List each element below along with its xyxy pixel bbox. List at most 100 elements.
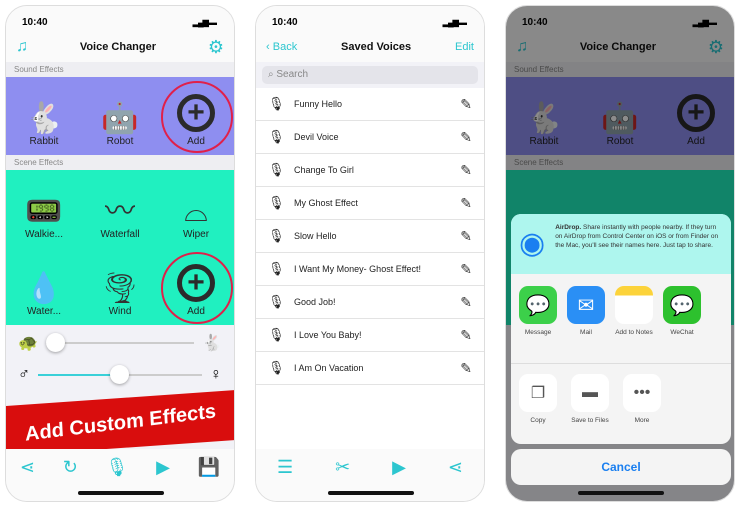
- effect-rabbit[interactable]: 🐇 Rabbit: [6, 77, 82, 155]
- banner-text: Add Custom Effects: [24, 399, 217, 446]
- rabbit-icon: 🐇: [25, 102, 63, 135]
- robot-icon: 🤖: [101, 102, 139, 135]
- share-mail[interactable]: ✉ Mail: [567, 286, 605, 357]
- pencil-icon[interactable]: ✎: [460, 195, 472, 212]
- effect-wind[interactable]: 🌪 Wind: [82, 248, 158, 326]
- status-bar: 10:40 ▂▄▆ ▬: [256, 6, 484, 32]
- microphone-icon: 🎙: [268, 195, 285, 210]
- pencil-icon[interactable]: ✎: [460, 228, 472, 245]
- tornado-icon: 🌪: [100, 272, 140, 305]
- item-label: Good Job!: [294, 297, 336, 307]
- notes-icon: [615, 286, 653, 324]
- nav-bar: ♫ Voice Changer ⚙: [6, 32, 234, 62]
- effect-walkie[interactable]: 📟 Walkie...: [6, 170, 82, 248]
- list-item[interactable]: 🎙 Devil Voice ✎: [256, 121, 484, 154]
- effect-wiper[interactable]: ⌓ Wiper: [158, 170, 234, 248]
- airdrop-title: AirDrop.: [555, 224, 582, 231]
- microphone-icon: 🎙: [268, 96, 285, 111]
- pitch-slider-row: ♂ ♀: [6, 359, 234, 391]
- add-sound-effect-button[interactable]: + Add: [158, 77, 234, 155]
- effect-label: Walkie...: [25, 228, 63, 240]
- microphone-icon: 🎙: [268, 360, 285, 375]
- pencil-icon[interactable]: ✎: [460, 162, 472, 179]
- copy-icon: ❐: [519, 374, 557, 412]
- pencil-icon[interactable]: ✎: [460, 129, 472, 146]
- more-action[interactable]: ••• More: [623, 374, 661, 424]
- microphone-icon: 🎙: [268, 327, 285, 342]
- share-notes[interactable]: Add to Notes: [615, 286, 653, 357]
- list-item[interactable]: 🎙 Good Job! ✎: [256, 286, 484, 319]
- slider-knob[interactable]: [110, 365, 129, 384]
- undo-icon[interactable]: ↻: [63, 457, 78, 501]
- pitch-slider[interactable]: [38, 365, 202, 384]
- search-input[interactable]: ⌕ Search: [262, 66, 478, 84]
- more-icon: •••: [623, 374, 661, 412]
- list-item[interactable]: 🎙 Funny Hello ✎: [256, 88, 484, 121]
- effect-label: Robot: [106, 136, 134, 147]
- speed-slider[interactable]: [45, 333, 195, 352]
- pencil-icon[interactable]: ✎: [460, 360, 472, 377]
- slider-fill: [38, 374, 120, 376]
- list-item[interactable]: 🎙 I Love You Baby! ✎: [256, 319, 484, 352]
- list-item[interactable]: 🎙 Slow Hello ✎: [256, 220, 484, 253]
- list-item[interactable]: 🎙 My Ghost Effect ✎: [256, 187, 484, 220]
- sliders: 🐢 🐇 ♂ ♀: [6, 325, 234, 391]
- male-icon: ♂: [18, 366, 30, 383]
- page-title: Saved Voices: [341, 41, 412, 53]
- save-to-files-action[interactable]: ▬ Save to Files: [571, 374, 609, 424]
- gear-icon[interactable]: ⚙: [208, 37, 224, 58]
- app-label: Mail: [580, 329, 592, 336]
- back-label: Back: [272, 41, 298, 53]
- airdrop-section[interactable]: ◉ AirDrop. Share instantly with people n…: [511, 214, 731, 274]
- item-label: I Want My Money- Ghost Effect!: [294, 264, 422, 274]
- message-icon: 💬: [519, 286, 557, 324]
- pencil-icon[interactable]: ✎: [460, 261, 472, 278]
- microphone-icon: 🎙: [268, 294, 285, 309]
- slider-knob[interactable]: [45, 333, 65, 352]
- airdrop-icon: ◉: [519, 227, 546, 260]
- pencil-icon[interactable]: ✎: [460, 96, 472, 113]
- status-time: 10:40: [272, 16, 298, 28]
- search-placeholder: Search: [276, 69, 309, 80]
- voice-changer-screen: 10:40 ▂▄▆ ▬ ♫ Voice Changer ⚙ Sound Effec…: [5, 5, 235, 502]
- cancel-button[interactable]: Cancel: [511, 449, 731, 485]
- share-icon[interactable]: ⋖: [448, 457, 463, 501]
- female-icon: ♀: [210, 366, 222, 383]
- airdrop-description: AirDrop. Share instantly with people nea…: [555, 224, 723, 264]
- share-icon[interactable]: ⋖: [20, 457, 35, 501]
- effect-waterfall[interactable]: 〰 Waterfall: [82, 170, 158, 248]
- mail-icon: ✉: [567, 286, 605, 324]
- saved-voices-screen: 10:40 ▂▄▆ ▬ ‹ Back Saved Voices Edit ⌕ Se…: [255, 5, 485, 502]
- share-wechat[interactable]: 💬 WeChat: [663, 286, 701, 357]
- effect-label: Water...: [26, 306, 62, 317]
- microphone-icon: 🎙: [268, 162, 285, 177]
- edit-button[interactable]: Edit: [455, 41, 474, 53]
- save-icon[interactable]: 💾: [198, 457, 220, 501]
- effect-robot[interactable]: 🤖 Robot: [82, 77, 158, 155]
- effect-label: Wiper: [182, 228, 210, 240]
- section-label-scene: Scene Effects: [6, 155, 234, 170]
- add-scene-effect-button[interactable]: + Add: [158, 248, 234, 326]
- effect-label: Waterfall: [100, 228, 140, 240]
- search-bar: ⌕ Search: [256, 62, 484, 88]
- home-indicator: [78, 491, 164, 495]
- pencil-icon[interactable]: ✎: [460, 327, 472, 344]
- action-label: More: [634, 417, 650, 424]
- pencil-icon[interactable]: ✎: [460, 294, 472, 311]
- share-message[interactable]: 💬 Message: [519, 286, 557, 357]
- section-label-sound: Sound Effects: [6, 62, 234, 77]
- sliders-icon[interactable]: ☰: [277, 457, 293, 501]
- item-label: Funny Hello: [294, 99, 343, 109]
- item-label: My Ghost Effect: [294, 198, 358, 208]
- status-time: 10:40: [22, 16, 48, 28]
- action-label: Save to Files: [571, 417, 609, 424]
- wiper-icon: ⌓: [184, 194, 208, 228]
- list-item[interactable]: 🎙 I Am On Vacation ✎: [256, 352, 484, 385]
- list-item[interactable]: 🎙 Change To Girl ✎: [256, 154, 484, 187]
- list-item[interactable]: 🎙 I Want My Money- Ghost Effect! ✎: [256, 253, 484, 286]
- effect-water[interactable]: 💧 Water...: [6, 248, 82, 326]
- folder-icon: ▬: [571, 374, 609, 412]
- back-button[interactable]: ‹ Back: [266, 41, 297, 53]
- music-file-icon[interactable]: ♫: [16, 38, 28, 56]
- copy-action[interactable]: ❐ Copy: [519, 374, 557, 424]
